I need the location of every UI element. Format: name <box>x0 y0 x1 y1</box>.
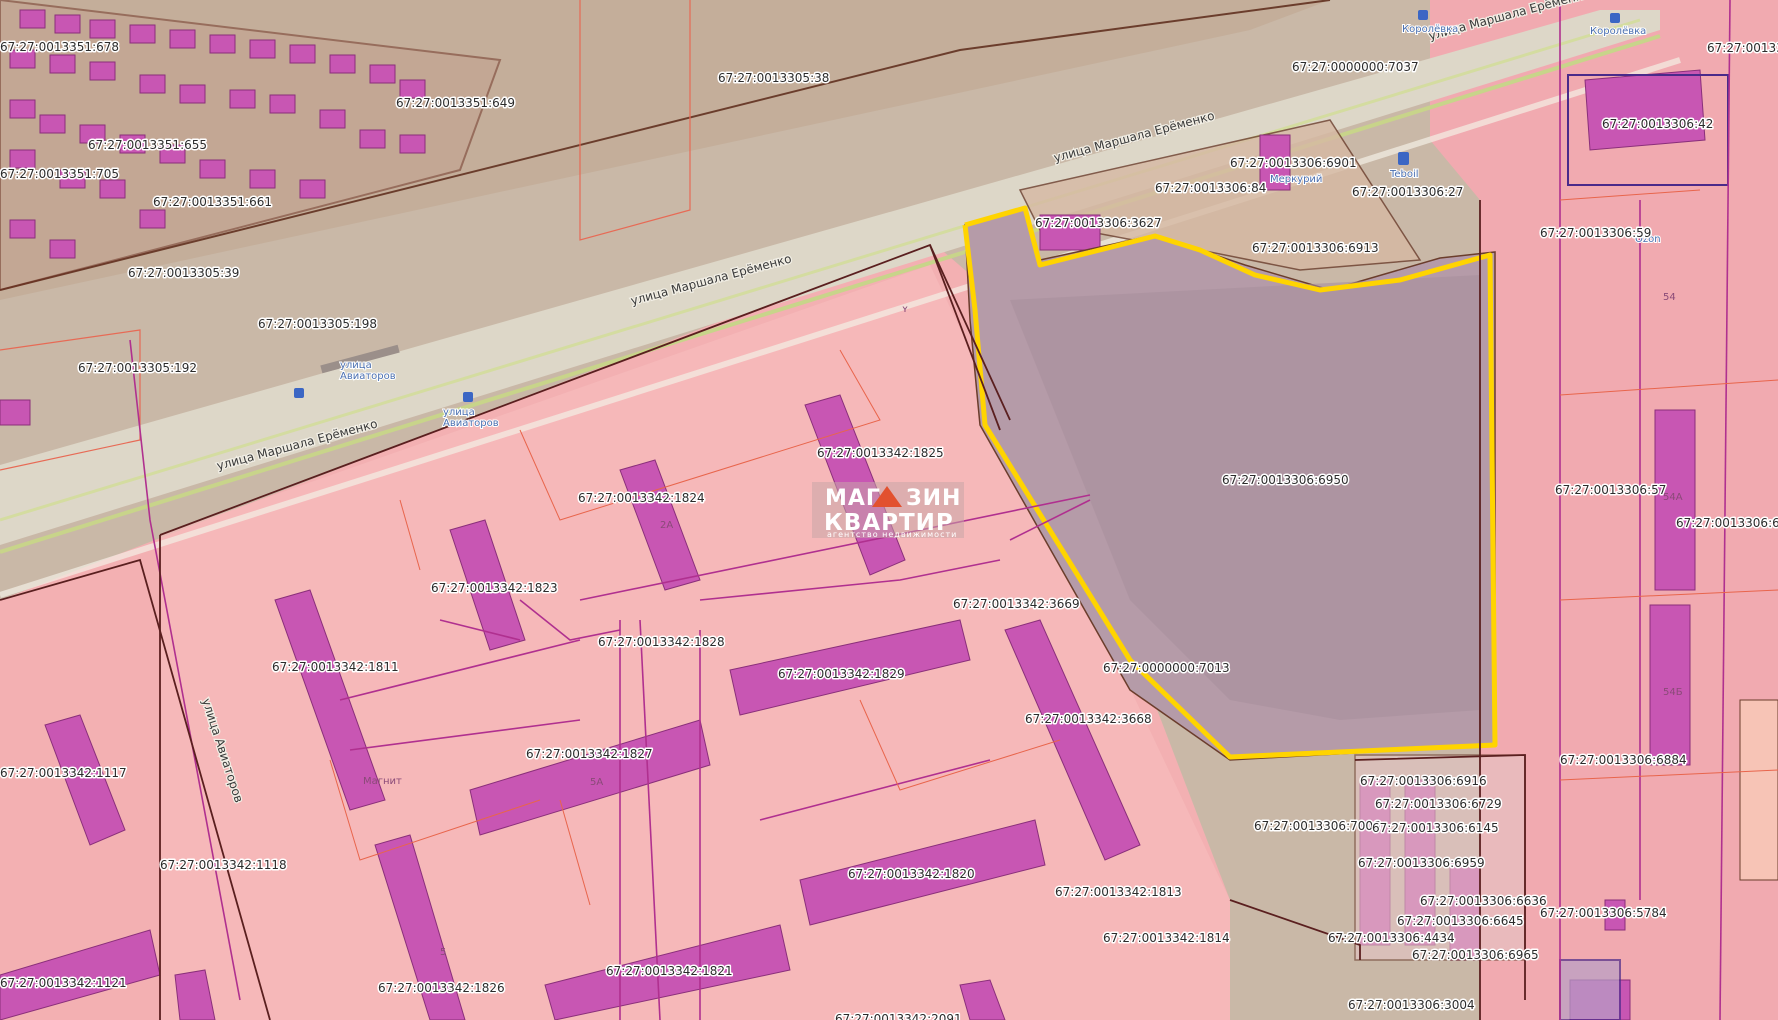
parcel-label: 67:27:0013305:38 <box>718 71 829 85</box>
parcel-label: 67:27:0013342:1821 <box>606 964 733 978</box>
poi-label: Королёвка <box>1402 24 1458 35</box>
parcel-label: 67:27:0013342:1823 <box>431 581 558 595</box>
parcel-label: 67:27:0013342:1121 <box>0 976 127 990</box>
parcel-label: 67:27:00133 <box>1707 41 1778 55</box>
bus-stop-icon[interactable] <box>463 392 473 402</box>
parcel-label: 67:27:0013342:1825 <box>817 446 944 460</box>
poi-label: Teboil <box>1389 169 1419 180</box>
parcel-label: 67:27:0013342:2091 <box>835 1012 962 1020</box>
parcel-label: 67:27:0013306:6901 <box>1230 156 1357 170</box>
bus-stop-icon[interactable] <box>1610 13 1620 23</box>
house-number: 5А <box>590 777 603 788</box>
parcel-label: 67:27:0013305:198 <box>258 317 377 331</box>
parcel-label: 67:27:0013306:6916 <box>1360 774 1487 788</box>
parcel-label: 67:27:0013306:6950 <box>1222 473 1349 487</box>
parcel-east-edge <box>1739 699 1778 881</box>
cadastral-map[interactable]: МАГ ЗИН КВАРТИР агентство недвижимости у… <box>0 0 1778 1020</box>
parcel-label: 67:27:0013306:59 <box>1540 226 1651 240</box>
parcel-label: 67:27:0013306:6145 <box>1372 821 1499 835</box>
parcel-label: 67:27:0013342:1828 <box>598 635 725 649</box>
parcel-label: 67:27:0013306:84 <box>1155 181 1266 195</box>
parcel-label: 67:27:0013342:1820 <box>848 867 975 881</box>
parcel-label: 67:27:0013342:1826 <box>378 981 505 995</box>
logo-line1-left: МАГ <box>825 486 881 511</box>
parcel-label: 67:27:0013351:649 <box>396 96 515 110</box>
parcel-label: 67:27:0013306:6959 <box>1358 856 1485 870</box>
parcel-label: 67:27:0013351:705 <box>0 167 119 181</box>
parcel-label: 67:27:0013306:6965 <box>1412 948 1539 962</box>
house-number: 54Б <box>1663 687 1683 698</box>
house-number: 2А <box>660 520 673 531</box>
parcel-label: 67:27:0013342:1824 <box>578 491 705 505</box>
parcel-label: 67:27:0013306:27 <box>1352 185 1463 199</box>
parcel-label: 67:27:0013342:3669 <box>953 597 1080 611</box>
house-number: 5 <box>440 947 446 958</box>
parcel-label: 67:27:0000000:7037 <box>1292 60 1419 74</box>
parcel-label: 67:27:0013306:6645 <box>1397 914 1524 928</box>
parcel-label: 67:27:0013342:1118 <box>160 858 287 872</box>
parcel-label: 67:27:0013305:39 <box>128 266 239 280</box>
parcel-label: 67:27:0013306:3004 <box>1348 998 1475 1012</box>
parcel-label: 67:27:0013306:4434 <box>1328 931 1455 945</box>
antenna-icon: ʏ <box>902 304 908 315</box>
house-number: Магнит <box>363 776 402 787</box>
poi-label: Королёвка <box>1590 26 1646 37</box>
parcel-label: 67:27:0013306:7006 <box>1254 819 1381 833</box>
parcel-label: 67:27:0013306:42 <box>1602 117 1713 131</box>
parcel-label: 67:27:0013342:1827 <box>526 747 653 761</box>
logo-line1-right: ЗИН <box>906 486 961 511</box>
fuel-station-icon[interactable] <box>1398 152 1409 165</box>
logo-tagline: агентство недвижимости <box>827 530 957 539</box>
parcel-label: 67:27:0013342:1811 <box>272 660 399 674</box>
agency-logo: МАГ ЗИН КВАРТИР агентство недвижимости <box>812 482 964 539</box>
parcel-label: 67:27:0013305:192 <box>78 361 197 375</box>
parcel-label: 67:27:0013351:661 <box>153 195 272 209</box>
parcel-label: 67:27:0013306:6913 <box>1252 241 1379 255</box>
parcel-label: 67:27:0013306:6636 <box>1420 894 1547 908</box>
parcel-se-outline <box>1559 959 1621 1020</box>
house-number: 54 <box>1663 292 1676 303</box>
bus-stop-icon[interactable] <box>294 388 304 398</box>
parcel-label: 67:27:0013351:655 <box>88 138 207 152</box>
parcel-label: 67:27:0013342:3668 <box>1025 712 1152 726</box>
parcel-label: 67:27:0013306:6884 <box>1560 753 1687 767</box>
parcel-label: 67:27:0013306:57 <box>1555 483 1666 497</box>
parcel-label: 67:27:0013306:5784 <box>1540 906 1667 920</box>
parcel-label: 67:27:0013306:69 <box>1676 516 1778 530</box>
parcel-label: 67:27:0000000:7013 <box>1103 661 1230 675</box>
parcel-label: 67:27:0013351:678 <box>0 40 119 54</box>
parcel-label: 67:27:0013342:1829 <box>778 667 905 681</box>
parcel-label: 67:27:0013342:1117 <box>0 766 127 780</box>
poi-label: Меркурий <box>1270 174 1322 185</box>
parcel-label: 67:27:0013306:6729 <box>1375 797 1502 811</box>
parcel-label: 67:27:0013342:1814 <box>1103 931 1230 945</box>
parcel-label: 67:27:0013342:1813 <box>1055 885 1182 899</box>
bus-stop-icon[interactable] <box>1418 10 1428 20</box>
parcel-label: 67:27:0013306:3627 <box>1035 216 1162 230</box>
